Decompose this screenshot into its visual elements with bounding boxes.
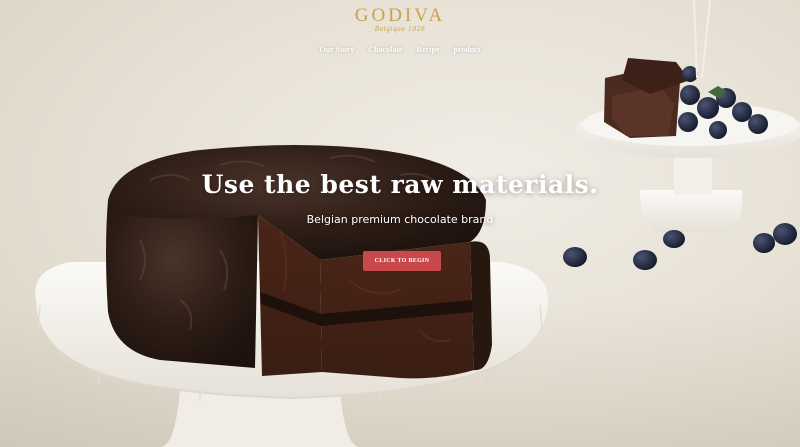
brand-tagline: Belgique 1926 xyxy=(374,26,426,33)
click-to-begin-button[interactable]: CLICK TO BEGIN xyxy=(363,251,441,271)
nav-item-chocolate[interactable]: Chocolate xyxy=(368,45,402,54)
nav-item-product[interactable]: product xyxy=(454,45,481,54)
brand-name: GODIVA xyxy=(354,5,446,26)
nav-item-recipe[interactable]: Recipe xyxy=(416,45,439,54)
hero-subheadline: Belgian premium chocolate brand xyxy=(306,213,494,226)
main-nav: Our Story Chocolate Recipe product xyxy=(0,45,800,54)
hero-section: GODIVA Belgique 1926 Our Story Chocolate… xyxy=(0,0,800,447)
brand-logo[interactable]: GODIVA Belgique 1926 xyxy=(0,6,800,34)
hero-headline: Use the best raw materials. xyxy=(201,170,599,199)
nav-item-our-story[interactable]: Our Story xyxy=(319,45,354,54)
